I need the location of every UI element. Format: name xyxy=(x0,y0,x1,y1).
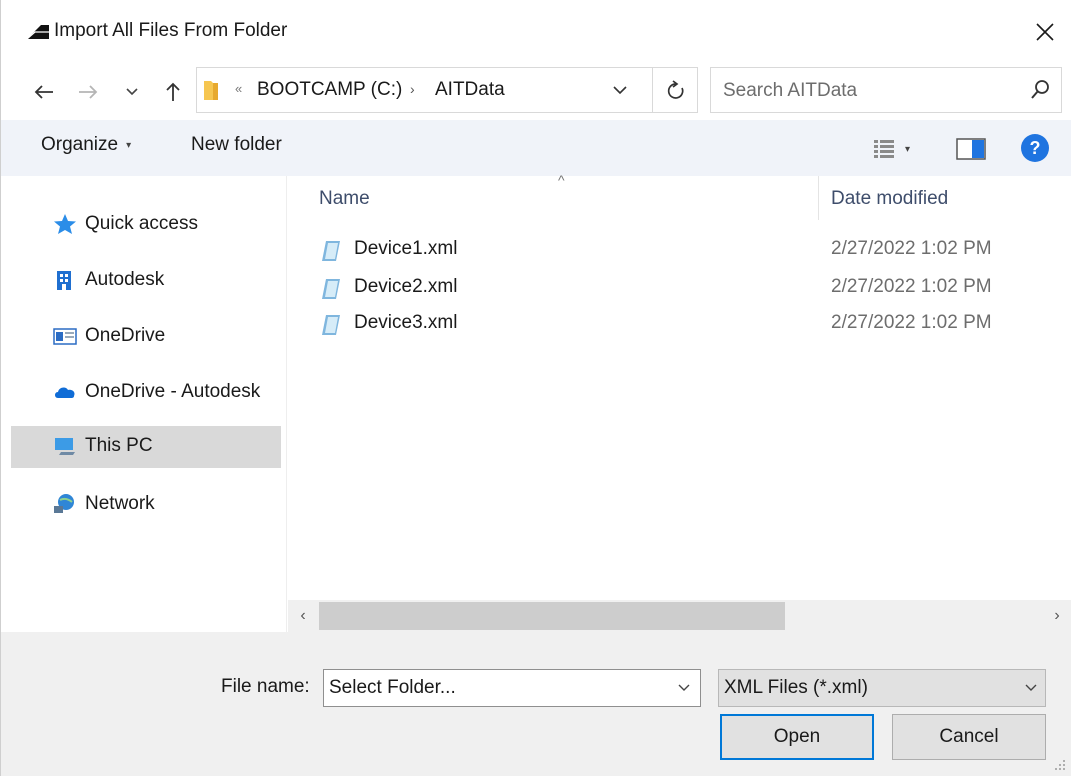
chevron-down-icon xyxy=(613,85,627,94)
file-name: Device1.xml xyxy=(354,238,458,259)
file-name-value[interactable]: Select Folder... xyxy=(329,677,456,699)
chevron-down-icon xyxy=(1025,684,1037,691)
refresh-button[interactable] xyxy=(659,74,693,106)
star-icon xyxy=(54,214,76,234)
xml-file-icon xyxy=(322,315,340,335)
file-name-field[interactable]: Select Folder... xyxy=(323,669,701,707)
onedrive-window-icon xyxy=(53,328,77,345)
file-name-dropdown-button[interactable] xyxy=(672,676,696,700)
sidebar-item-this-pc[interactable]: This PC xyxy=(11,426,281,468)
horizontal-scrollbar[interactable]: ‹ › xyxy=(288,600,1071,632)
sidebar-item-label: This PC xyxy=(85,435,153,456)
forward-button[interactable] xyxy=(71,72,105,112)
file-row[interactable]: Device2.xml 2/27/2022 1:02 PM xyxy=(288,272,1071,306)
address-dropdown-button[interactable] xyxy=(605,77,635,103)
breadcrumb-folder[interactable]: AITData xyxy=(435,79,505,101)
file-type-value: XML Files (*.xml) xyxy=(724,677,868,698)
file-type-dropdown-button[interactable] xyxy=(1019,676,1043,700)
network-icon xyxy=(54,494,74,513)
dialog-title: Import All Files From Folder xyxy=(54,20,288,41)
address-divider xyxy=(652,68,653,112)
sort-ascending-icon: ^ xyxy=(558,172,565,188)
sidebar-item-network[interactable]: Network xyxy=(11,484,281,524)
caret-down-icon: ▾ xyxy=(905,143,911,155)
new-folder-button[interactable]: New folder xyxy=(191,134,282,156)
sidebar-item-autodesk[interactable]: Autodesk xyxy=(11,260,281,300)
command-toolbar: Organize ▾ New folder ▾ ? xyxy=(1,120,1071,176)
column-header-name[interactable]: Name xyxy=(319,188,370,210)
chevron-down-icon xyxy=(678,684,690,691)
dialog-footer: File name: Select Folder... XML Files (*… xyxy=(1,632,1071,776)
file-date: 2/27/2022 1:02 PM xyxy=(831,312,992,333)
scroll-right-arrow[interactable]: › xyxy=(1042,600,1071,632)
breadcrumb-separator[interactable]: › xyxy=(410,81,415,97)
cloud-icon xyxy=(55,387,75,398)
breadcrumb-overflow[interactable]: « xyxy=(235,81,242,96)
navigation-row: « BOOTCAMP (C:) › AITData Search AITData xyxy=(1,64,1071,120)
scrollbar-thumb[interactable] xyxy=(319,602,785,630)
import-dialog: Import All Files From Folder « BOOTCAMP … xyxy=(0,0,1071,776)
xml-file-icon xyxy=(322,241,340,261)
close-button[interactable] xyxy=(1021,10,1069,54)
sidebar-item-label: OneDrive xyxy=(85,325,166,346)
sidebar-item-label: Network xyxy=(85,493,155,514)
file-name-label: File name: xyxy=(221,676,310,697)
resize-grip-icon[interactable] xyxy=(1051,756,1067,772)
sidebar-item-label: Autodesk xyxy=(85,269,165,290)
preview-pane-icon[interactable] xyxy=(956,138,986,160)
open-button[interactable]: Open xyxy=(720,714,874,760)
sidebar-item-quick-access[interactable]: Quick access xyxy=(11,204,281,244)
details-view-icon xyxy=(874,140,894,158)
computer-icon xyxy=(55,438,75,455)
address-bar[interactable]: « BOOTCAMP (C:) › AITData xyxy=(196,67,698,113)
file-name: Device2.xml xyxy=(354,276,458,297)
sidebar-item-label: Quick access xyxy=(85,213,198,234)
search-icon[interactable] xyxy=(1029,79,1051,101)
help-button[interactable]: ? xyxy=(1021,134,1049,162)
breadcrumb-drive[interactable]: BOOTCAMP (C:) xyxy=(257,79,402,101)
building-icon xyxy=(57,271,71,290)
sidebar-item-onedrive[interactable]: OneDrive xyxy=(11,316,281,356)
file-row[interactable]: Device1.xml 2/27/2022 1:02 PM xyxy=(288,234,1071,268)
back-button[interactable] xyxy=(27,72,61,112)
change-view-button[interactable]: ▾ xyxy=(873,136,923,162)
organize-label: Organize xyxy=(41,134,119,155)
search-placeholder[interactable]: Search AITData xyxy=(723,80,857,102)
xml-file-icon xyxy=(322,279,340,299)
navigation-pane: Quick access Autodesk OneDrive OneDrive … xyxy=(1,176,287,636)
recent-locations-button[interactable] xyxy=(119,72,145,112)
file-list: ^ Name Date modified Device1.xml 2/27/20… xyxy=(288,172,1071,600)
column-divider[interactable] xyxy=(818,176,819,220)
file-row[interactable]: Device3.xml 2/27/2022 1:02 PM xyxy=(288,308,1071,342)
arrow-right-icon xyxy=(79,85,98,99)
column-header-date-modified[interactable]: Date modified xyxy=(831,188,948,210)
up-button[interactable] xyxy=(156,72,190,112)
file-date: 2/27/2022 1:02 PM xyxy=(831,276,992,297)
autodesk-logo-icon xyxy=(26,25,49,40)
refresh-icon xyxy=(667,80,684,99)
folder-icon xyxy=(204,81,218,100)
arrow-left-icon xyxy=(34,85,53,99)
organize-button[interactable]: Organize ▾ xyxy=(41,134,131,156)
file-name: Device3.xml xyxy=(354,312,458,333)
cancel-button[interactable]: Cancel xyxy=(892,714,1046,760)
file-date: 2/27/2022 1:02 PM xyxy=(831,238,992,259)
sidebar-item-onedrive-autodesk[interactable]: OneDrive - Autodesk xyxy=(11,372,281,412)
caret-down-icon: ▾ xyxy=(126,139,132,151)
arrow-up-icon xyxy=(166,82,180,101)
close-icon xyxy=(1036,23,1054,41)
sidebar-item-label: OneDrive - Autodesk xyxy=(85,381,261,402)
file-type-select[interactable]: XML Files (*.xml) xyxy=(718,669,1046,707)
search-box[interactable]: Search AITData xyxy=(710,67,1062,113)
title-bar: Import All Files From Folder xyxy=(1,0,1071,64)
scroll-left-arrow[interactable]: ‹ xyxy=(288,600,318,632)
chevron-down-icon xyxy=(126,88,138,96)
